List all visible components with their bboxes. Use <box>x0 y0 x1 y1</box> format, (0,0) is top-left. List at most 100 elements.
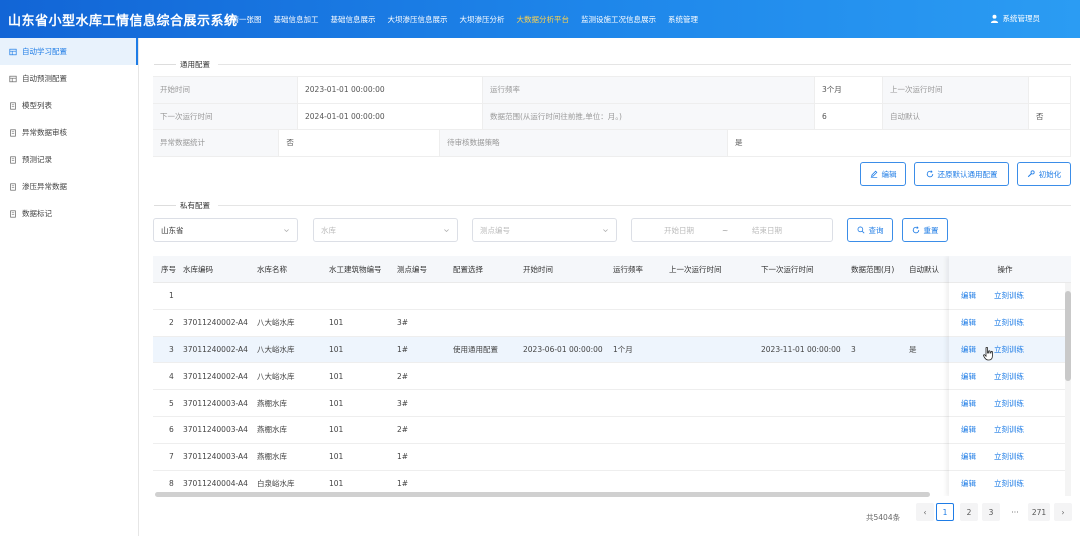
vertical-scroll-thumb[interactable] <box>1065 291 1071 381</box>
edit-link[interactable]: 编辑 <box>961 398 976 409</box>
table-cell: 4 <box>169 371 174 381</box>
range-separator: ~ <box>722 225 729 235</box>
table-cell <box>667 337 759 363</box>
nav-item-5[interactable]: 大坝渗压分析 <box>460 14 505 25</box>
sidebar-item-6[interactable]: 渗压异常数据 <box>0 173 138 200</box>
sidebar-item-2[interactable]: 自动预测配置 <box>0 65 138 92</box>
point-select[interactable]: 测点编号 <box>472 218 617 242</box>
nav-item-1[interactable]: 工情一张图 <box>224 14 262 25</box>
sidebar-item-label: 预测记录 <box>22 155 52 164</box>
column-header[interactable]: 水库编码 <box>181 256 255 282</box>
table-cell <box>849 390 907 416</box>
pagination-ellipsis[interactable]: ··· <box>1006 503 1024 521</box>
reset-button[interactable]: 重置 <box>902 218 948 242</box>
train-now-link[interactable]: 立刻训练 <box>994 424 1024 435</box>
table-cell <box>667 390 759 416</box>
column-header[interactable]: 运行频率 <box>611 256 667 282</box>
table-row[interactable]: 3 37011240002-A4 八大峪水库 101 1# 使用通用配置 2023-06-0… <box>153 336 1071 364</box>
doc-icon <box>10 209 16 218</box>
column-header[interactable]: 水工建筑物编号 <box>327 256 395 282</box>
table-cell: 使用通用配置 <box>453 344 498 354</box>
train-now-link[interactable]: 立刻训练 <box>994 317 1024 328</box>
sidebar-item-1[interactable]: 自动学习配置 <box>0 38 138 65</box>
table-cell: 101 <box>329 344 344 354</box>
prev-page-button[interactable]: ‹ <box>916 503 934 521</box>
table-cell <box>451 363 521 389</box>
edit-link[interactable]: 编辑 <box>961 344 976 355</box>
horizontal-scrollbar[interactable] <box>155 492 930 497</box>
train-now-link[interactable]: 立刻训练 <box>994 344 1024 355</box>
reservoir-select[interactable]: 水库 <box>313 218 458 242</box>
date-range-picker[interactable]: 开始日期 ~ 结束日期 <box>631 218 833 242</box>
table-cell: 1# <box>397 452 409 462</box>
column-header[interactable]: 开始时间 <box>521 256 611 282</box>
nav-item-8[interactable]: 系统管理 <box>668 14 698 25</box>
table-cell <box>759 390 849 416</box>
private-config-title: 私有配置 <box>154 200 210 211</box>
nav-item-6[interactable]: 大数据分析平台 <box>517 14 570 25</box>
sidebar-item-7[interactable]: 数据标记 <box>0 200 138 227</box>
column-header[interactable]: 下一次运行时间 <box>759 256 849 282</box>
sidebar-item-3[interactable]: 模型列表 <box>0 92 138 119</box>
user-menu[interactable]: 系统管理员 <box>990 13 1040 24</box>
edit-link[interactable]: 编辑 <box>961 371 976 382</box>
nav-item-4[interactable]: 大坝渗压信息展示 <box>388 14 448 25</box>
table-row[interactable]: 7 37011240003-A4 燕棚水库 101 1# <box>153 443 1071 471</box>
main-nav: 工情一张图 基础信息加工 基础信息展示 大坝渗压信息展示 大坝渗压分析 大数据分析平台 监测… <box>224 0 710 38</box>
edit-link[interactable]: 编辑 <box>961 317 976 328</box>
page-button-271[interactable]: 271 <box>1028 503 1050 521</box>
table-cell <box>667 444 759 470</box>
column-header[interactable]: 水库名称 <box>255 256 327 282</box>
train-now-link[interactable]: 立刻训练 <box>994 398 1024 409</box>
table-row[interactable]: 4 37011240002-A4 八大峪水库 101 2# <box>153 363 1071 391</box>
chevron-down-icon <box>444 229 449 233</box>
column-header[interactable]: 测点编号 <box>395 256 451 282</box>
column-header[interactable]: 配置选择 <box>451 256 521 282</box>
nav-item-3[interactable]: 基础信息展示 <box>331 14 376 25</box>
edit-link[interactable]: 编辑 <box>961 290 976 301</box>
page-button-3[interactable]: 3 <box>982 503 1000 521</box>
table-row[interactable]: 6 37011240003-A4 燕棚水库 101 2# <box>153 416 1071 444</box>
train-now-link[interactable]: 立刻训练 <box>994 371 1024 382</box>
sidebar-item-4[interactable]: 异常数据审核 <box>0 119 138 146</box>
province-select[interactable]: 山东省 <box>153 218 298 242</box>
table-cell: 2# <box>397 371 409 381</box>
edit-common-button[interactable]: 编辑 <box>860 162 906 186</box>
table-cell <box>759 283 849 309</box>
nav-item-7[interactable]: 监测设施工况信息展示 <box>581 14 656 25</box>
restore-default-button[interactable]: 还原默认通用配置 <box>914 162 1009 186</box>
operation-header: 操作 <box>949 256 1061 283</box>
column-header[interactable]: 自动默认 <box>907 256 947 282</box>
train-now-link[interactable]: 立刻训练 <box>994 290 1024 301</box>
initialize-button[interactable]: 初始化 <box>1017 162 1071 186</box>
table-cell <box>451 444 521 470</box>
column-header[interactable]: 数据范围(月) <box>849 256 907 282</box>
sidebar-item-5[interactable]: 预测记录 <box>0 146 138 173</box>
table-cell <box>521 390 611 416</box>
table-row[interactable]: 5 37011240003-A4 燕棚水库 101 3# <box>153 390 1071 417</box>
edit-link[interactable]: 编辑 <box>961 478 976 489</box>
column-header[interactable]: 上一次运行时间 <box>667 256 759 282</box>
nav-item-2[interactable]: 基础信息加工 <box>274 14 319 25</box>
grid-icon <box>9 75 17 82</box>
train-now-link[interactable]: 立刻训练 <box>994 478 1024 489</box>
vertical-scrollbar[interactable] <box>1065 283 1071 496</box>
page-button-1[interactable]: 1 <box>936 503 954 521</box>
sidebar-item-label: 自动预测配置 <box>22 74 67 83</box>
edit-link[interactable]: 编辑 <box>961 424 976 435</box>
table-cell <box>181 283 255 309</box>
start-date-input[interactable]: 开始日期 <box>664 225 694 236</box>
chevron-down-icon <box>284 229 289 233</box>
page-button-2[interactable]: 2 <box>960 503 978 521</box>
query-button[interactable]: 查询 <box>847 218 893 242</box>
edit-link[interactable]: 编辑 <box>961 451 976 462</box>
sidebar-item-label: 数据标记 <box>22 209 52 218</box>
train-now-link[interactable]: 立刻训练 <box>994 451 1024 462</box>
next-page-button[interactable]: › <box>1054 503 1072 521</box>
table-cell: 7 <box>169 452 174 462</box>
doc-icon <box>10 101 16 110</box>
table-row[interactable]: 2 37011240002-A4 八大峪水库 101 3# <box>153 309 1071 337</box>
end-date-input[interactable]: 结束日期 <box>752 225 782 236</box>
column-header[interactable]: 序号 <box>153 256 181 282</box>
table-row[interactable]: 1 <box>153 283 1071 310</box>
